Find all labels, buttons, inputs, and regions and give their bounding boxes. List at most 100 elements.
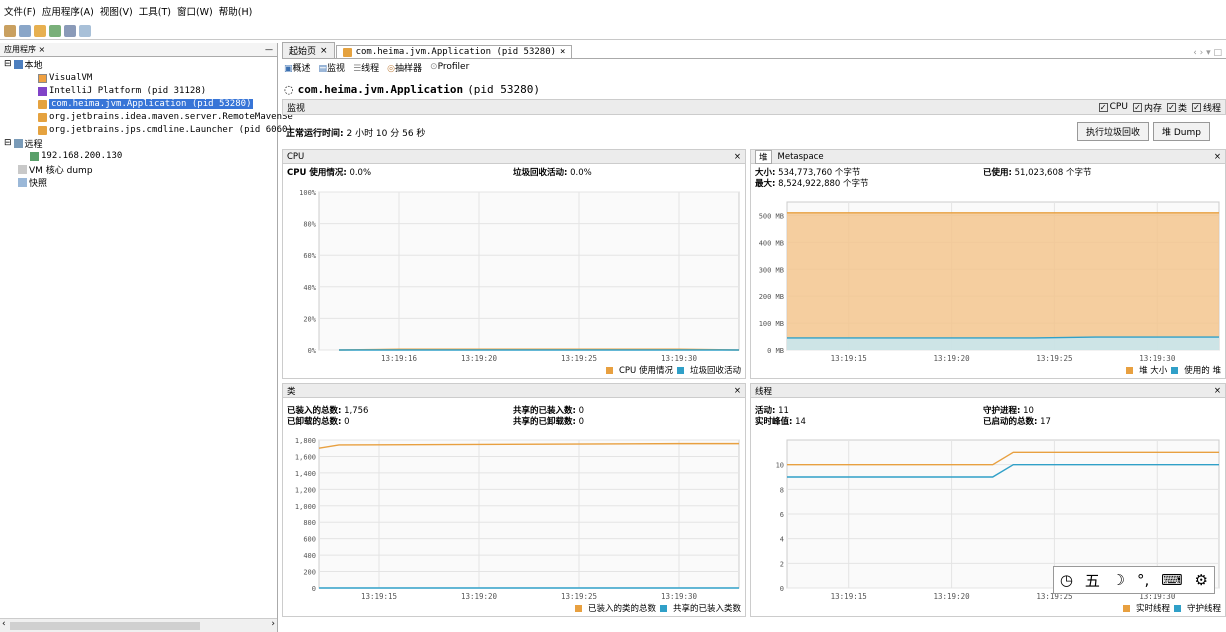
legend-swatch	[574, 604, 582, 612]
tab-profiler[interactable]: ⊙Profiler	[430, 62, 469, 72]
menu-help[interactable]: 帮助(H)	[219, 4, 253, 18]
checkmark-icon: ✓	[1098, 102, 1108, 112]
tree-node-maven-server[interactable]: org.jetbrains.idea.maven.server.RemoteMa…	[38, 111, 293, 123]
stat-value: 0	[578, 417, 585, 427]
tree-node-jps-launcher[interactable]: org.jetbrains.jps.cmdline.Launcher (pid …	[38, 124, 293, 136]
checkbox-label: 内存	[1143, 103, 1162, 114]
add-jmx-icon[interactable]	[49, 24, 61, 37]
menu-bar: 文件(F) 应用程序(A) 视图(V) 工具(T) 窗口(W) 帮助(H)	[0, 0, 1226, 22]
horizontal-scrollbar[interactable]: ‹ ›	[0, 618, 277, 632]
legend-swatch	[659, 604, 667, 612]
tab-threads[interactable]: ☰线程	[353, 61, 379, 74]
tree-node-label: IntelliJ Platform (pid 31128)	[49, 86, 207, 96]
tab-navigation-icon[interactable]: ‹ › ▾ □	[1193, 48, 1226, 58]
tree-node-label: 本地	[24, 60, 43, 71]
applications-tab[interactable]: 应用程序 × —	[0, 43, 277, 57]
minimize-icon[interactable]: —	[265, 45, 273, 54]
applications-panel: 应用程序 × — ⊟ 本地 VisualVM IntelliJ Platform …	[0, 43, 293, 632]
tree-node-remote[interactable]: ⊟ 远程	[4, 137, 43, 150]
menu-application[interactable]: 应用程序(A)	[42, 4, 94, 18]
tab-monitor[interactable]: ▤监视	[319, 61, 346, 74]
y-tick-label: 400	[303, 552, 316, 560]
y-tick-label: 80%	[303, 221, 316, 229]
plot-area	[318, 439, 740, 589]
legend-swatch	[676, 366, 684, 374]
stat-value: 0.0%	[349, 168, 372, 178]
close-icon[interactable]: ×	[320, 46, 328, 56]
checkbox-threads[interactable]: ✓ 线程	[1191, 101, 1221, 114]
x-tick-label: 13:19:20	[461, 592, 498, 601]
add-remote-host-icon[interactable]	[34, 24, 46, 37]
close-icon[interactable]: ×	[39, 45, 46, 54]
add-core-dump-icon[interactable]	[79, 24, 91, 37]
punctuation-icon[interactable]: °,	[1137, 571, 1149, 589]
scrollbar-thumb[interactable]	[10, 622, 200, 630]
gear-icon[interactable]: ⚙	[1195, 571, 1208, 589]
heap-dump-button[interactable]: 堆 Dump	[1153, 122, 1210, 141]
tab-heap[interactable]: 堆	[755, 149, 772, 164]
stat-value: 0	[578, 406, 585, 416]
legend-label: 已装入的类的总数	[587, 604, 656, 614]
tab-metaspace[interactable]: Metaspace	[778, 152, 824, 162]
ime-mode[interactable]: 五	[1085, 570, 1100, 591]
gc-button[interactable]: 执行垃圾回收	[1077, 122, 1150, 141]
menu-file[interactable]: 文件(F)	[4, 4, 36, 18]
moon-icon[interactable]: ☽	[1112, 571, 1125, 589]
host-icon	[30, 151, 39, 161]
scroll-left-icon[interactable]: ‹	[2, 619, 6, 629]
y-tick-label: 100%	[299, 189, 317, 197]
menu-view[interactable]: 视图(V)	[100, 4, 133, 18]
ime-logo-icon[interactable]: ◷	[1060, 571, 1073, 589]
tab-application[interactable]: com.heima.jvm.Application (pid 53280) ×	[335, 45, 573, 58]
menu-window[interactable]: 窗口(W)	[177, 4, 213, 18]
save-icon[interactable]	[19, 24, 31, 37]
y-tick-label: 0	[312, 585, 316, 593]
checkbox-memory[interactable]: ✓ 内存	[1132, 101, 1162, 114]
y-tick-label: 500 MB	[759, 212, 784, 220]
stat-label: 已启动的总数:	[983, 417, 1038, 427]
checkbox-classes[interactable]: ✓ 类	[1166, 101, 1187, 114]
view-tabs: ▣概述 ▤监视 ☰线程 ◎抽样器 ⊙Profiler	[282, 59, 1226, 75]
tree-node-snapshots[interactable]: 快照	[18, 176, 47, 189]
close-icon[interactable]: ×	[734, 386, 741, 396]
collapse-icon[interactable]: ⊟	[4, 59, 12, 69]
keyboard-icon[interactable]: ⌨	[1161, 571, 1183, 589]
tab-overview[interactable]: ▣概述	[284, 61, 311, 74]
tab-start-page[interactable]: 起始页 ×	[282, 42, 335, 58]
menu-tools[interactable]: 工具(T)	[139, 4, 171, 18]
close-icon[interactable]: ×	[1214, 152, 1221, 162]
legend-label: CPU 使用情况	[618, 366, 673, 376]
stat-label: 已使用:	[983, 168, 1012, 178]
legend-swatch	[605, 366, 613, 374]
classes-panel: 类 × 已装入的总数: 1,756 已卸载的总数: 0 共享的已装入数: 0 共享的已…	[282, 383, 746, 617]
monitor-label: 监视	[287, 103, 306, 114]
y-tick-label: 6	[780, 511, 784, 519]
chart-legend: 堆 大小 使用的 堆	[1126, 364, 1221, 376]
tree-node-visualvm[interactable]: VisualVM	[38, 72, 92, 84]
close-icon[interactable]: ×	[1214, 386, 1221, 396]
stat-value: 1,756	[344, 406, 369, 416]
stat-value: 8,524,922,880 个字节	[778, 179, 869, 189]
tree-node-remote-host[interactable]: 192.168.200.130	[30, 150, 122, 162]
tree-node-core-dump[interactable]: VM 核心 dump	[18, 163, 93, 176]
close-icon[interactable]: ×	[560, 47, 565, 57]
add-snapshot-icon[interactable]	[64, 24, 76, 37]
ime-toolbar[interactable]: ◷ 五 ☽ °, ⌨ ⚙	[1053, 566, 1215, 594]
tab-sampler[interactable]: ◎抽样器	[387, 61, 422, 74]
intellij-icon	[38, 86, 47, 96]
stat-value: 51,023,608 个字节	[1014, 168, 1092, 178]
uptime-value: 2 小时 10 分 56 秒	[346, 129, 426, 139]
stat-value: 0.0%	[570, 168, 592, 178]
legend-swatch	[1122, 604, 1130, 612]
scroll-right-icon[interactable]: ›	[271, 619, 275, 629]
tree-node-intellij[interactable]: IntelliJ Platform (pid 31128)	[38, 85, 206, 97]
checkbox-cpu[interactable]: ✓ CPU	[1098, 101, 1128, 114]
x-tick-label: 13:19:30	[661, 592, 698, 601]
y-tick-label: 200	[303, 569, 316, 577]
close-icon[interactable]: ×	[734, 152, 741, 162]
collapse-icon[interactable]: ⊟	[4, 138, 12, 148]
tree-node-heima-application[interactable]: com.heima.jvm.Application (pid 53280)	[38, 98, 254, 110]
tree-node-local[interactable]: ⊟ 本地	[4, 58, 43, 71]
open-icon[interactable]	[4, 24, 16, 37]
checkmark-icon: ✓	[1132, 102, 1142, 112]
